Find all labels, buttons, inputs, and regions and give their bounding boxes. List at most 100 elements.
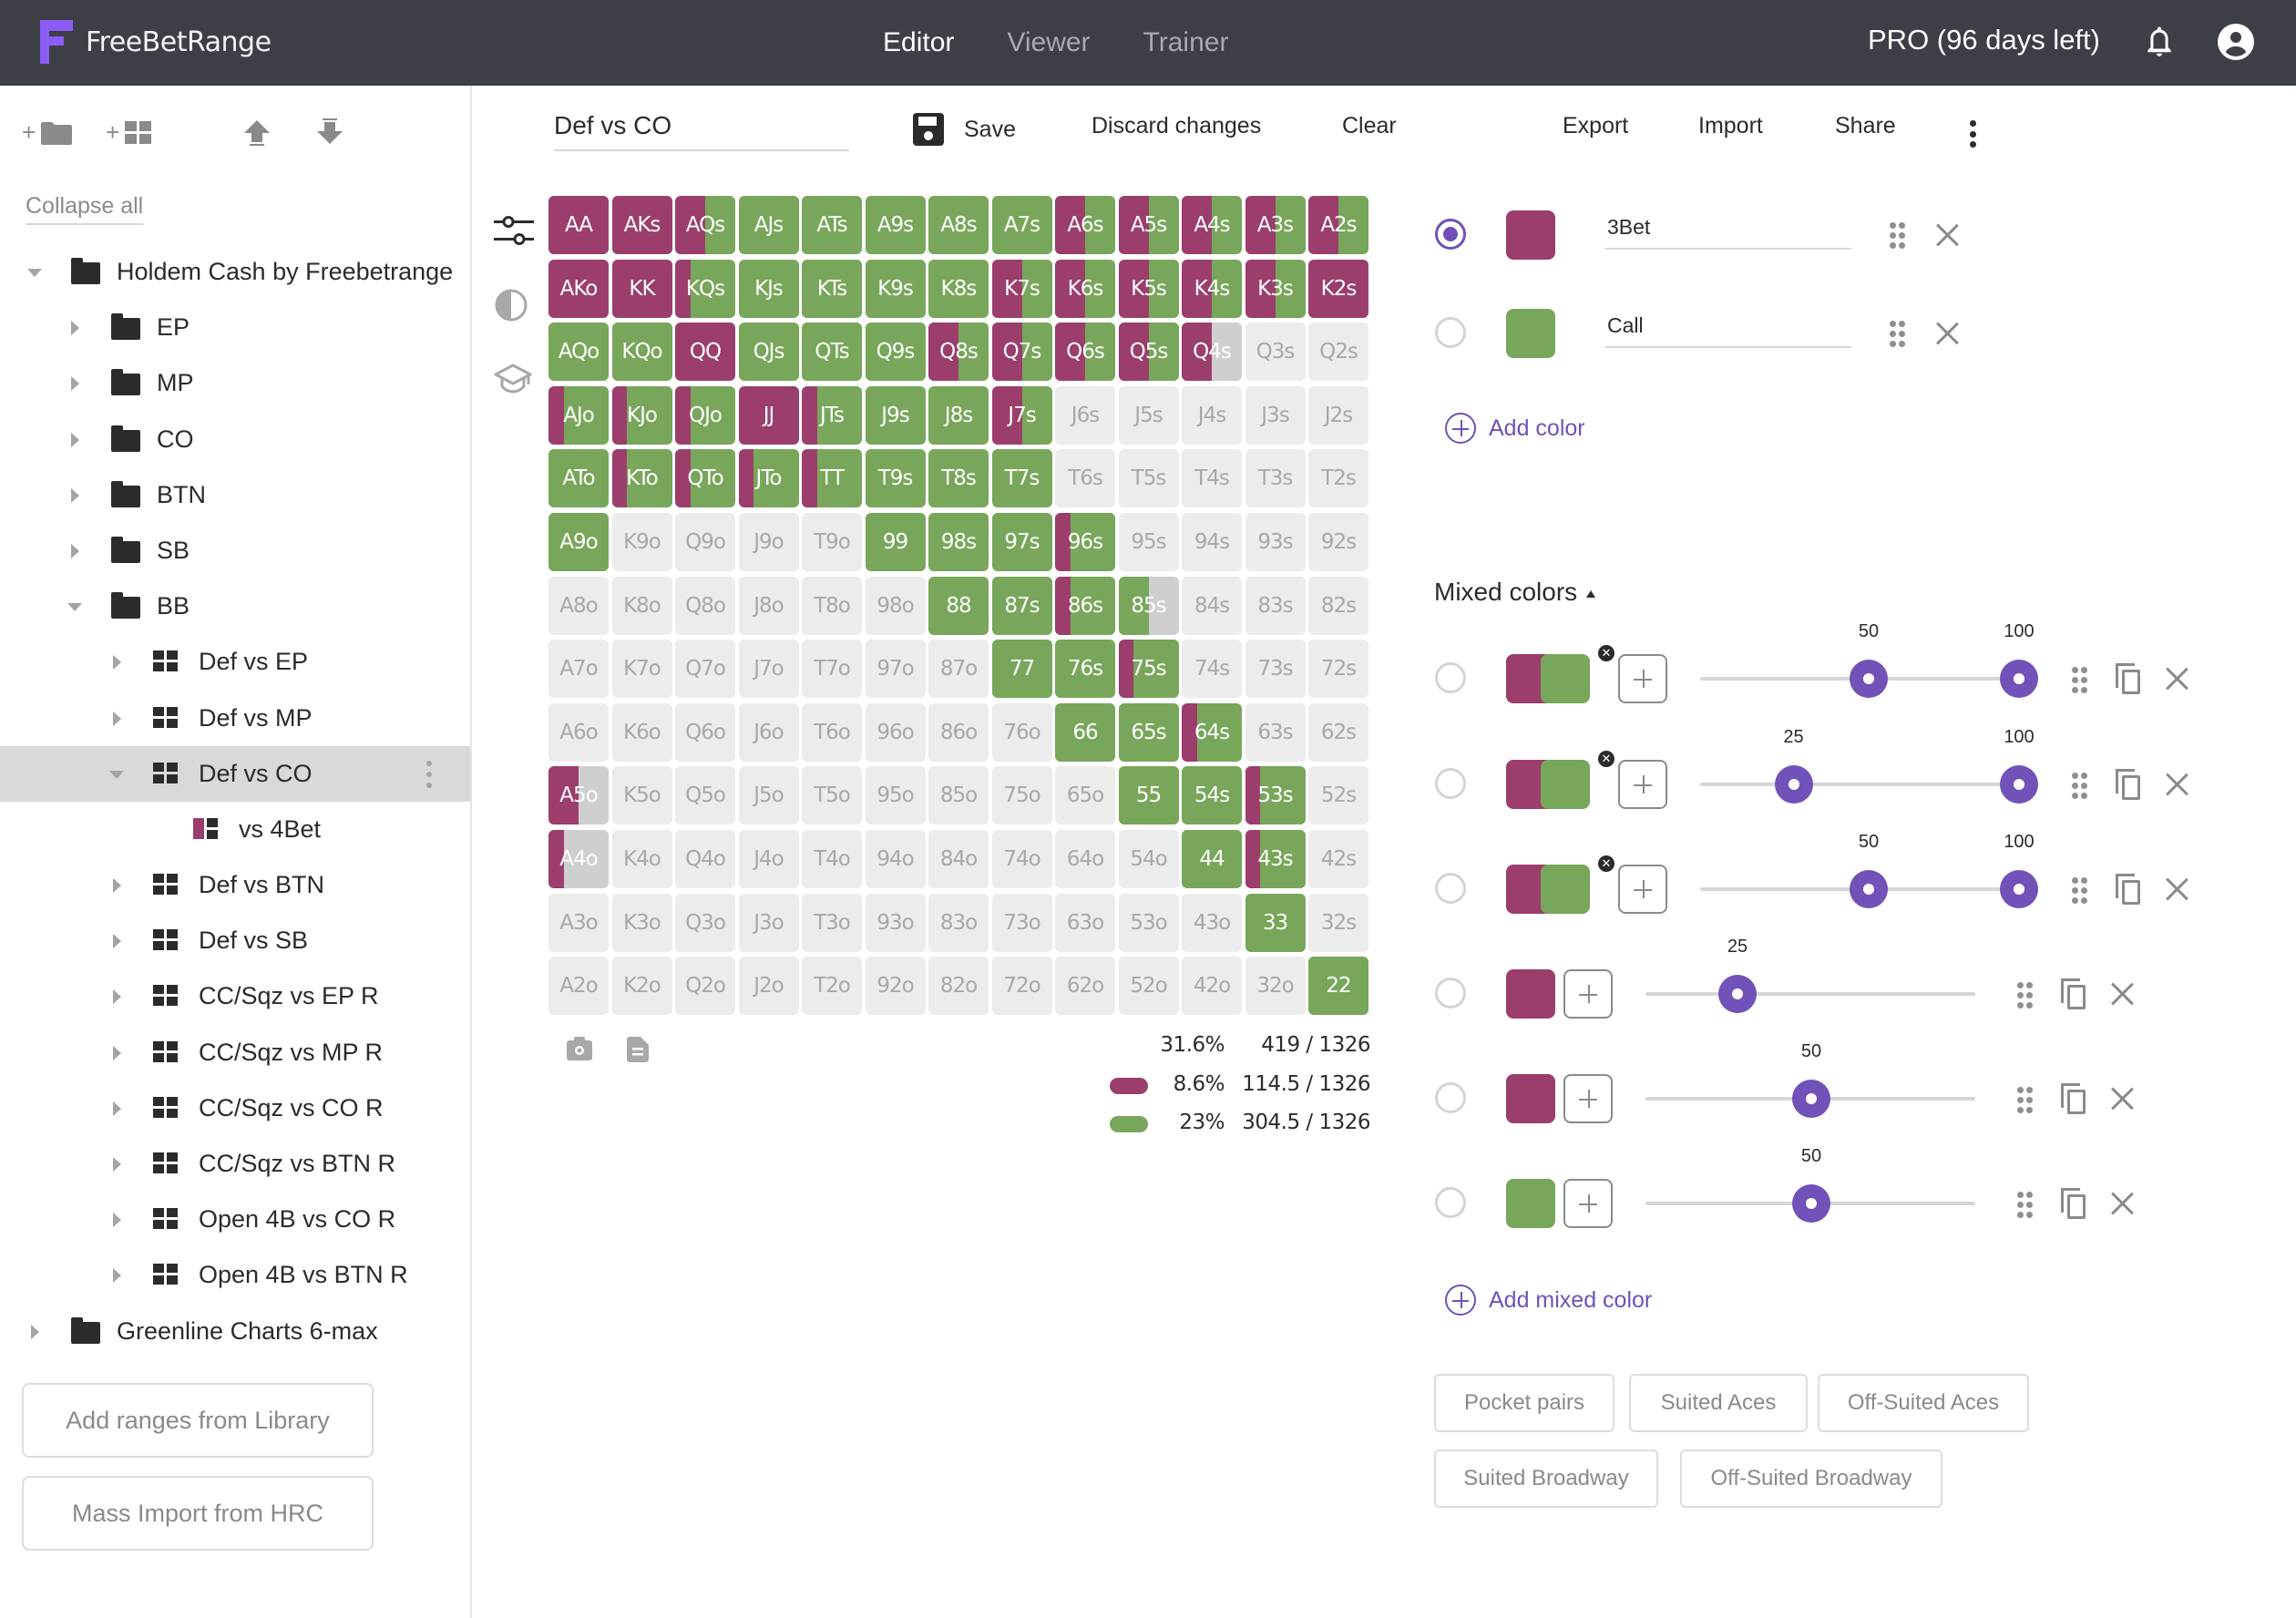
tree-item[interactable]: CC/Sqz vs BTN R bbox=[0, 1136, 470, 1192]
hand-cell-73s[interactable]: 73s bbox=[1245, 640, 1306, 699]
add-folder-button[interactable]: + bbox=[22, 118, 73, 147]
remove-mixed-icon[interactable] bbox=[2165, 773, 2188, 796]
tree-item[interactable]: SB bbox=[0, 523, 470, 579]
hand-cell-AQs[interactable]: AQs bbox=[675, 196, 735, 254]
nav-viewer[interactable]: Viewer bbox=[980, 27, 1116, 58]
hand-cell-A3o[interactable]: A3o bbox=[548, 893, 609, 952]
hand-cell-J4s[interactable]: J4s bbox=[1182, 385, 1242, 445]
hand-cell-K8s[interactable]: K8s bbox=[928, 259, 989, 318]
hand-cell-92o[interactable]: 92o bbox=[865, 957, 926, 1016]
hand-cell-J5s[interactable]: J5s bbox=[1118, 385, 1179, 445]
hand-cell-Q4s[interactable]: Q4s bbox=[1182, 323, 1242, 382]
download-icon[interactable] bbox=[315, 118, 344, 148]
collapse-all-link[interactable]: Collapse all bbox=[26, 193, 144, 225]
caret-right-icon[interactable] bbox=[113, 655, 121, 671]
remove-mixed-icon[interactable] bbox=[2110, 982, 2134, 1006]
percentage-slider[interactable]: 50 bbox=[1645, 1146, 1975, 1224]
clear-button[interactable]: Clear bbox=[1342, 113, 1397, 139]
caret-right-icon[interactable] bbox=[113, 1101, 121, 1116]
hand-cell-Q3s[interactable]: Q3s bbox=[1245, 323, 1306, 382]
duplicate-icon[interactable] bbox=[2061, 1083, 2086, 1114]
hand-cell-84o[interactable]: 84o bbox=[928, 830, 989, 888]
hand-cell-J2s[interactable]: J2s bbox=[1308, 385, 1368, 445]
caret-right-icon[interactable] bbox=[113, 878, 121, 894]
hand-cell-T4s[interactable]: T4s bbox=[1182, 449, 1242, 508]
percentage-slider[interactable]: 50 100 bbox=[1700, 832, 2038, 910]
mixed-swatch[interactable] bbox=[1506, 1179, 1555, 1228]
hand-cell-KTo[interactable]: KTo bbox=[611, 449, 672, 508]
add-swatch-button[interactable] bbox=[1563, 1074, 1613, 1123]
hand-cell-JTs[interactable]: JTs bbox=[802, 385, 862, 445]
drag-handle-icon[interactable] bbox=[2072, 877, 2087, 904]
hand-cell-J9o[interactable]: J9o bbox=[738, 513, 799, 571]
hand-cell-74o[interactable]: 74o bbox=[991, 830, 1052, 888]
hand-cell-64s[interactable]: 64s bbox=[1182, 702, 1242, 762]
hand-cell-73o[interactable]: 73o bbox=[991, 893, 1052, 952]
hand-cell-55[interactable]: 55 bbox=[1118, 766, 1179, 825]
hand-cell-K5s[interactable]: K5s bbox=[1118, 259, 1179, 318]
hand-cell-Q8o[interactable]: Q8o bbox=[675, 576, 735, 635]
slider-thumb[interactable] bbox=[2000, 660, 2038, 698]
color-radio[interactable] bbox=[1435, 219, 1466, 250]
hand-cell-86s[interactable]: 86s bbox=[1055, 576, 1115, 635]
remove-mixed-icon[interactable] bbox=[2165, 667, 2188, 691]
caret-down-icon[interactable] bbox=[109, 770, 124, 779]
hand-cell-Q9s[interactable]: Q9s bbox=[865, 323, 926, 382]
hand-cell-J6o[interactable]: J6o bbox=[738, 702, 799, 762]
hand-cell-94o[interactable]: 94o bbox=[865, 830, 926, 888]
hand-cell-T6o[interactable]: T6o bbox=[802, 702, 862, 762]
hand-cell-76s[interactable]: 76s bbox=[1055, 640, 1115, 699]
remove-swatch-icon[interactable]: ✕ bbox=[1596, 643, 1616, 663]
discard-changes-button[interactable]: Discard changes bbox=[1092, 113, 1261, 139]
hand-cell-QQ[interactable]: QQ bbox=[675, 323, 735, 382]
add-mixed-color-button[interactable]: Add mixed color bbox=[1445, 1285, 1652, 1316]
tree-item[interactable]: Def vs MP bbox=[0, 691, 470, 746]
hand-cell-A8s[interactable]: A8s bbox=[928, 196, 989, 254]
hand-cell-A7o[interactable]: A7o bbox=[548, 640, 609, 699]
hand-cell-97s[interactable]: 97s bbox=[991, 513, 1052, 571]
drag-handle-icon[interactable] bbox=[2017, 1192, 2033, 1218]
tree-item[interactable]: CO bbox=[0, 412, 470, 467]
tree-item[interactable]: CC/Sqz vs CO R bbox=[0, 1080, 470, 1136]
hand-cell-96o[interactable]: 96o bbox=[865, 702, 926, 762]
mixed-swatch[interactable] bbox=[1506, 1074, 1555, 1123]
hand-cell-43s[interactable]: 43s bbox=[1245, 830, 1306, 888]
caret-down-icon[interactable] bbox=[27, 269, 42, 277]
hand-cell-65s[interactable]: 65s bbox=[1118, 702, 1179, 762]
hand-cell-T2o[interactable]: T2o bbox=[802, 957, 862, 1016]
mixed-swatch[interactable] bbox=[1541, 865, 1590, 914]
hand-cell-T5o[interactable]: T5o bbox=[802, 766, 862, 825]
mixed-radio[interactable] bbox=[1435, 873, 1466, 904]
remove-swatch-icon[interactable]: ✕ bbox=[1596, 749, 1616, 769]
percentage-slider[interactable]: 50 bbox=[1645, 1041, 1975, 1120]
hand-cell-82s[interactable]: 82s bbox=[1308, 576, 1368, 635]
hand-cell-AJo[interactable]: AJo bbox=[548, 385, 609, 445]
hand-cell-AA[interactable]: AA bbox=[548, 196, 609, 254]
hand-cell-Q9o[interactable]: Q9o bbox=[675, 513, 735, 571]
hand-cell-KQs[interactable]: KQs bbox=[675, 259, 735, 318]
hand-cell-95o[interactable]: 95o bbox=[865, 766, 926, 825]
hand-cell-Q3o[interactable]: Q3o bbox=[675, 893, 735, 952]
slider-track[interactable] bbox=[1645, 992, 1975, 996]
hand-cell-42o[interactable]: 42o bbox=[1182, 957, 1242, 1016]
hand-cell-33[interactable]: 33 bbox=[1245, 893, 1306, 952]
hand-cell-98o[interactable]: 98o bbox=[865, 576, 926, 635]
hand-cell-44[interactable]: 44 bbox=[1182, 830, 1242, 888]
tree-item[interactable]: CC/Sqz vs EP R bbox=[0, 968, 470, 1024]
hand-cell-QJs[interactable]: QJs bbox=[738, 323, 799, 382]
hand-cell-86o[interactable]: 86o bbox=[928, 702, 989, 762]
hand-cell-32o[interactable]: 32o bbox=[1245, 957, 1306, 1016]
hand-cell-Q5o[interactable]: Q5o bbox=[675, 766, 735, 825]
hand-cell-94s[interactable]: 94s bbox=[1182, 513, 1242, 571]
drag-handle-icon[interactable] bbox=[1890, 321, 1905, 347]
tree-item[interactable]: Def vs SB bbox=[0, 913, 470, 968]
add-range-button[interactable]: + bbox=[106, 118, 152, 147]
hand-cell-72o[interactable]: 72o bbox=[991, 957, 1052, 1016]
tree-item[interactable]: EP bbox=[0, 300, 470, 355]
hand-cell-98s[interactable]: 98s bbox=[928, 513, 989, 571]
preset-chip[interactable]: Off-Suited Broadway bbox=[1680, 1449, 1942, 1508]
brand[interactable]: FreeBetRange bbox=[40, 20, 272, 64]
hand-cell-43o[interactable]: 43o bbox=[1182, 893, 1242, 952]
hand-cell-93s[interactable]: 93s bbox=[1245, 513, 1306, 571]
account-circle-icon[interactable] bbox=[2218, 24, 2254, 60]
